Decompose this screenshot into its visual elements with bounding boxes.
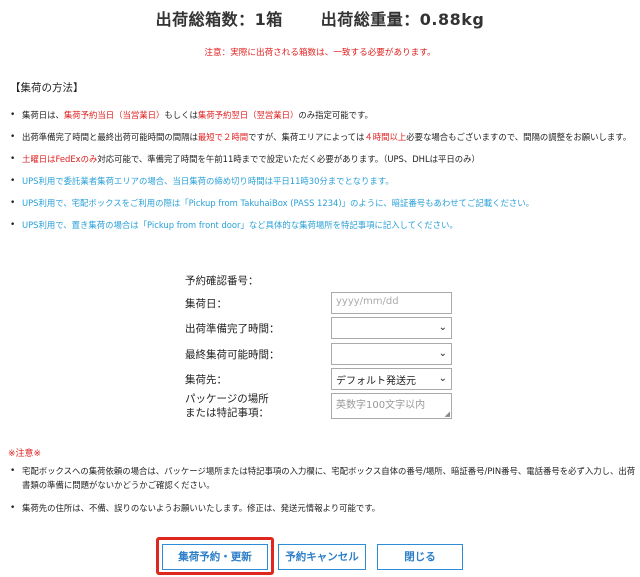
pickup-date-label: 集荷日： [185, 298, 227, 310]
last-pickup-time-label: 最終集荷可能時間： [185, 349, 280, 361]
pickup-date-input[interactable]: yyyy/mm/dd [331, 292, 452, 314]
ready-time-label: 出荷準備完了時間： [185, 323, 280, 335]
chevron-down-icon: ⌄ [438, 322, 447, 333]
total-weight: 出荷総重量：0.88kg [320, 10, 485, 29]
chevron-down-icon: ⌄ [438, 348, 447, 359]
notes-title: ※注意※ [8, 449, 42, 459]
pickup-destination-select[interactable]: デフォルト発送元 ⌄ [331, 368, 452, 390]
rule-item-pickup-date: 集荷日は、集荷予約当日（当営業日）もしくは集荷予約翌日（翌営業日）のみ指定可能で… [8, 108, 636, 122]
note-item-takuhai-box: 宅配ボックスへの集荷依頼の場合は、パッケージ場所または特記事項の入力欄に、宅配ボ… [8, 464, 636, 492]
package-location-label: パッケージの場所 または特記事項： [185, 393, 269, 419]
ready-time-select[interactable]: ⌄ [331, 317, 452, 339]
pickup-method-title: 【集荷の方法】 [10, 82, 84, 94]
rule-item-ups-front-door: UPS利用で、置き集荷の場合は「Pickup from front door」な… [8, 218, 636, 232]
highlight-frame [156, 537, 274, 575]
pickup-rules-list: 集荷日は、集荷予約当日（当営業日）もしくは集荷予約翌日（翌営業日）のみ指定可能で… [8, 108, 636, 240]
confirmation-number-label: 予約確認番号： [185, 275, 259, 287]
cancel-reservation-button[interactable]: 予約キャンセル [278, 544, 366, 570]
resize-handle-icon[interactable]: ◢ [445, 410, 450, 418]
total-box-count: 出荷総箱数：1箱 [155, 10, 283, 29]
notes-list: 宅配ボックスへの集荷依頼の場合は、パッケージ場所または特記事項の入力欄に、宅配ボ… [8, 464, 636, 524]
pickup-destination-label: 集荷先： [185, 374, 227, 386]
box-count-notice: 注意：実際に出荷される箱数は、一致する必要があります。 [204, 48, 436, 58]
rule-item-time-interval: 出荷準備完了時間と最終出荷可能時間の間隔は最短で２時間ですが、集荷エリアによって… [8, 130, 636, 144]
chevron-down-icon: ⌄ [438, 373, 447, 384]
rule-item-ups-takuhai-box: UPS利用で、宅配ボックスをご利用の際は「Pickup from Takuhai… [8, 196, 636, 210]
last-pickup-time-select[interactable]: ⌄ [331, 343, 452, 365]
close-button[interactable]: 閉じる [377, 544, 463, 570]
shipment-summary: 出荷総箱数：1箱 出荷総重量：0.88kg [0, 6, 640, 30]
note-item-address: 集荷先の住所は、不備、誤りのないようお願いいたします。修正は、発送元情報より可能… [8, 501, 636, 515]
rule-item-saturday: 土曜日はFedExのみ対応可能で、準備完了時間を午前11時までで設定いただく必要… [8, 152, 636, 166]
rule-item-ups-cutoff: UPS利用で委託業者集荷エリアの場合、当日集荷の締め切り時間は平日11時30分ま… [8, 174, 636, 188]
package-location-textarea[interactable]: 英数字100文字以内 ◢ [331, 393, 452, 419]
